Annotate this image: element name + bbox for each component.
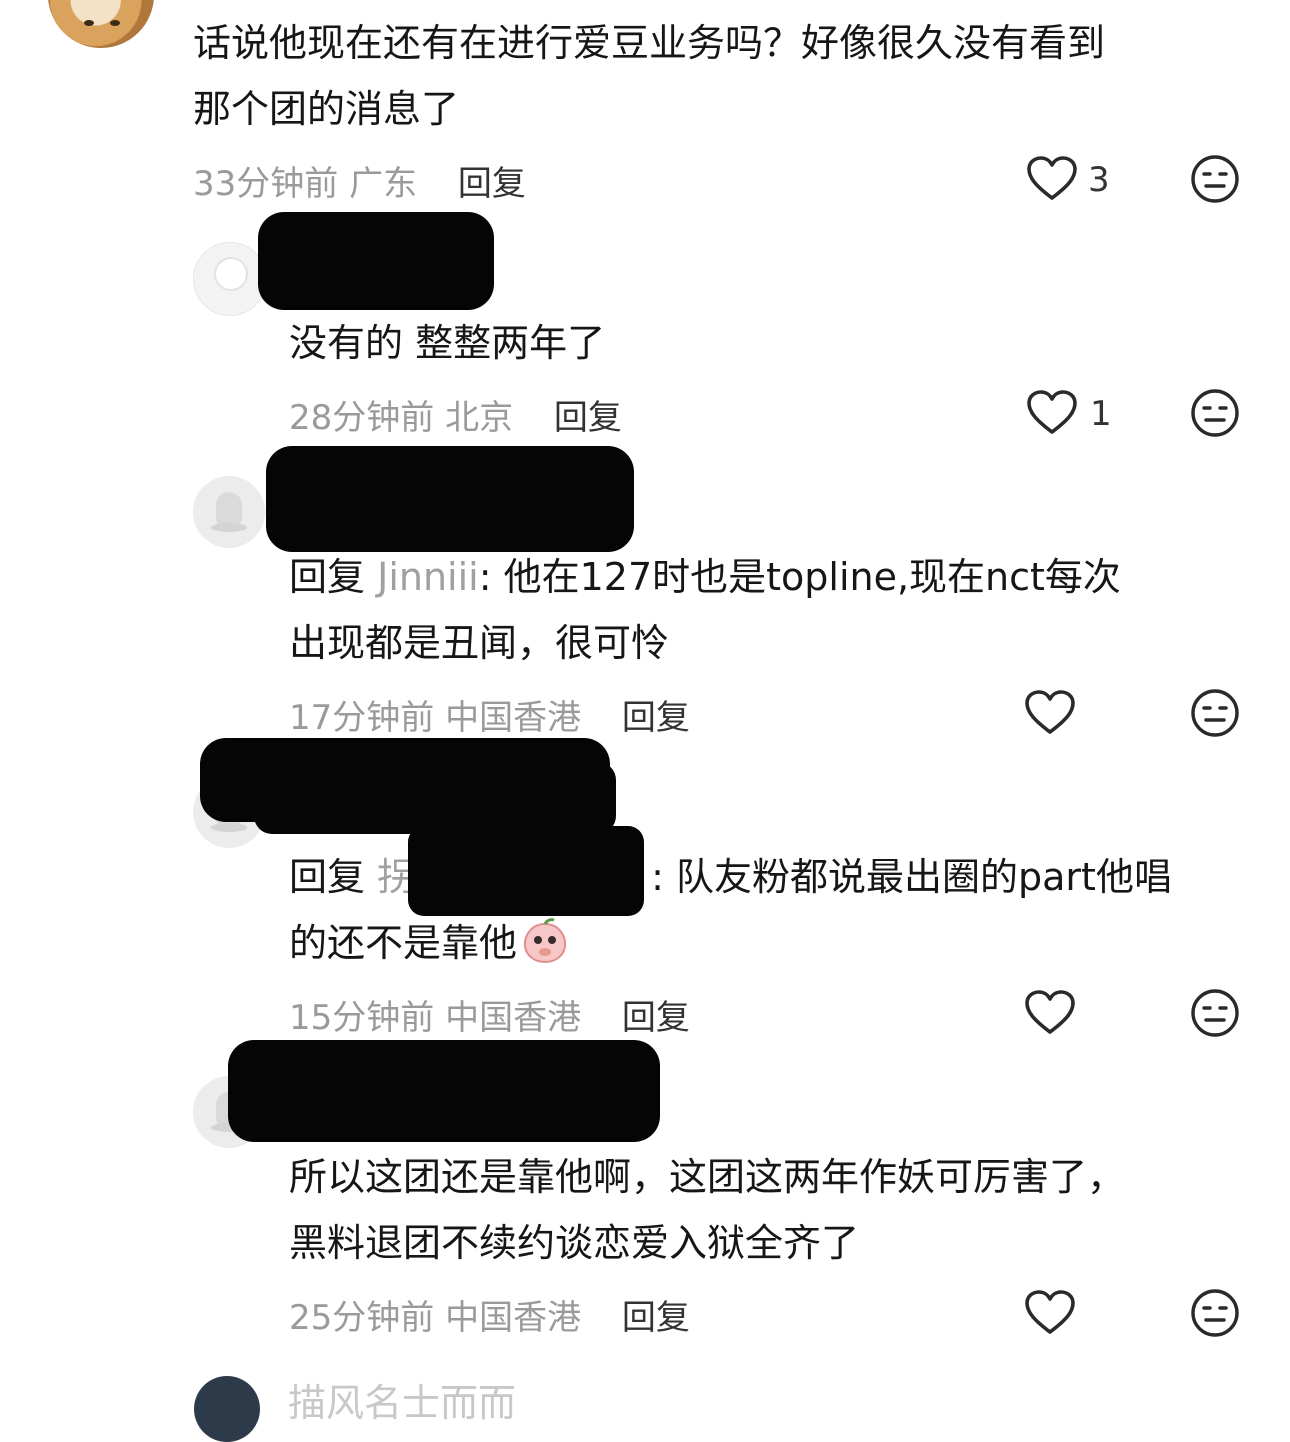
comment-time: 33分钟前 (193, 164, 339, 204)
comment-text-line: 所以这团还是靠他啊，这团这两年作妖可厉害了， (289, 1155, 1126, 1199)
redacted-username (408, 826, 644, 916)
avatar[interactable] (193, 242, 267, 316)
redacted-username (266, 446, 634, 552)
comment-text-line: 的还不是靠他 (289, 910, 569, 976)
comment-text-line: 回复 Jinniii: 他在127时也是topline,现在nct每次 (289, 555, 1121, 599)
heart-outline-icon[interactable] (1024, 1290, 1076, 1336)
reply-button[interactable]: 回复 (458, 164, 526, 204)
avatar[interactable] (193, 476, 265, 548)
comment-location: 北京 (445, 398, 514, 438)
expressionless-face-icon[interactable] (1190, 388, 1240, 438)
avatar-cat[interactable] (48, 0, 154, 48)
reply-to-name[interactable]: Jinniii (377, 555, 479, 599)
reply-prefix: 回复 (289, 855, 366, 899)
heart-outline-icon[interactable] (1024, 690, 1076, 736)
peach-sticker-icon (521, 918, 569, 964)
comment-location: 中国香港 (445, 1298, 582, 1338)
comment-text-line: 那个团的消息了 (193, 87, 460, 131)
comment-meta: 15分钟前 中国香港 回复 (289, 990, 690, 1039)
comment-location: 中国香港 (445, 998, 582, 1038)
redacted-username (228, 1040, 660, 1142)
comment-text-line: 没有的 整整两年了 (289, 321, 606, 365)
expressionless-face-icon[interactable] (1190, 1288, 1240, 1338)
comment-time: 25分钟前 (289, 1298, 435, 1338)
heart-outline-icon[interactable] (1024, 990, 1076, 1036)
heart-outline-icon[interactable] (1026, 390, 1078, 436)
comment-time: 17分钟前 (289, 698, 435, 738)
comment-time: 28分钟前 (289, 398, 435, 438)
expressionless-face-icon[interactable] (1190, 154, 1240, 204)
comment-meta: 33分钟前 广东 回复 (193, 156, 526, 205)
heart-outline-icon[interactable] (1026, 156, 1078, 202)
comment-meta: 17分钟前 中国香港 回复 (289, 690, 690, 739)
redacted-username (254, 762, 616, 834)
avatar[interactable] (194, 1376, 260, 1442)
reply-button[interactable]: 回复 (622, 698, 690, 738)
commenter-name[interactable]: 描风名士而而 (288, 1372, 516, 1427)
comment-location: 广东 (349, 164, 418, 204)
reply-prefix: 回复 (289, 555, 366, 599)
comment-text-line: 话说他现在还有在进行爱豆业务吗？好像很久没有看到 (193, 21, 1106, 65)
like-count: 1 (1090, 394, 1112, 434)
comment-text-line: 出现都是丑闻，很可怜 (289, 621, 670, 665)
comment-meta: 28分钟前 北京 回复 (289, 390, 622, 439)
comment-meta: 25分钟前 中国香港 回复 (289, 1290, 690, 1339)
reply-button[interactable]: 回复 (622, 1298, 690, 1338)
expressionless-face-icon[interactable] (1190, 988, 1240, 1038)
expressionless-face-icon[interactable] (1190, 688, 1240, 738)
reply-button[interactable]: 回复 (622, 998, 690, 1038)
comment-text-line: 黑料退团不续约谈恋爱入狱全齐了 (289, 1221, 860, 1265)
like-count: 3 (1088, 160, 1110, 200)
comment-location: 中国香港 (445, 698, 582, 738)
reply-button[interactable]: 回复 (554, 398, 622, 438)
comment-time: 15分钟前 (289, 998, 435, 1038)
redacted-username (258, 212, 494, 310)
